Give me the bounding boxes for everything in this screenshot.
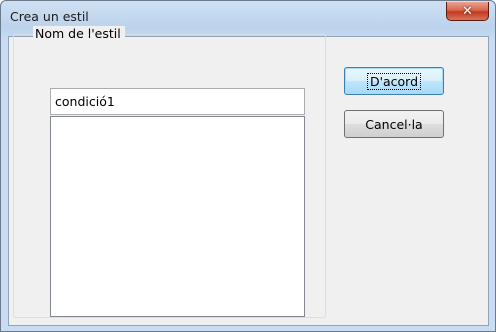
style-name-input[interactable]	[50, 88, 305, 115]
style-name-label: Nom de l'estil	[33, 26, 125, 41]
cancel-button-label: Cancel·la	[365, 116, 423, 132]
ok-button-label: D'acord	[366, 72, 422, 90]
ok-button[interactable]: D'acord	[344, 67, 444, 95]
close-button[interactable]: ✕	[446, 2, 489, 21]
window-title: Crea un estil	[10, 9, 89, 24]
cancel-button[interactable]: Cancel·la	[344, 110, 444, 138]
close-icon: ✕	[462, 3, 473, 19]
style-list[interactable]	[50, 116, 305, 317]
